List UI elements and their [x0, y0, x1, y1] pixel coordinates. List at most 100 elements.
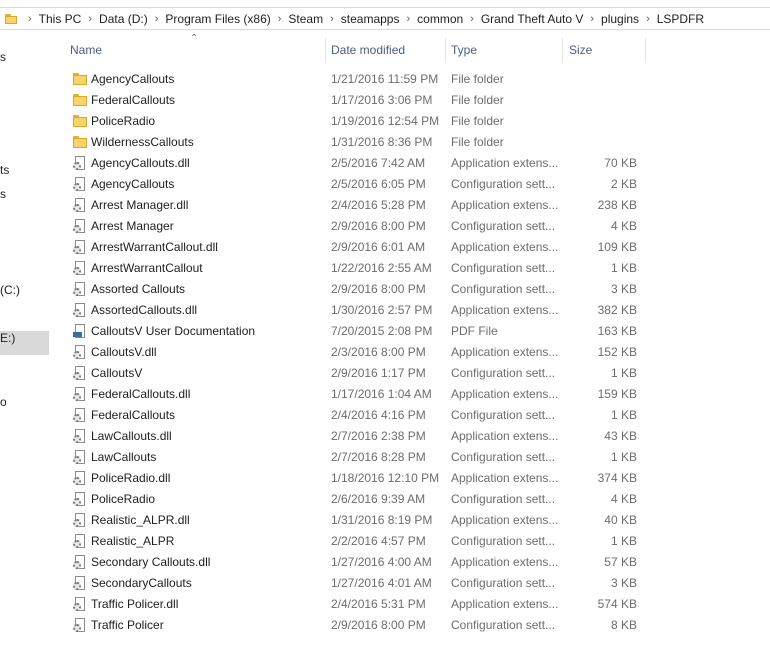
chevron-right-icon[interactable]: › [470, 13, 474, 25]
chevron-right-icon[interactable]: › [590, 13, 594, 25]
file-row[interactable]: LawCallouts 2/7/2016 8:28 PM Configuration… [49, 447, 770, 468]
file-row[interactable]: ArrestWarrantCallout 1/22/2016 2:55 AM Con… [49, 258, 770, 279]
column-header-name[interactable]: Name [70, 43, 102, 57]
breadcrumb-item[interactable]: Grand Theft Auto V [481, 12, 584, 26]
file-row[interactable]: PoliceRadio.dll 1/18/2016 12:10 PM Applica… [49, 468, 770, 489]
nav-item-fragment[interactable]: s [0, 187, 6, 201]
breadcrumb-item[interactable]: Data (D:) [99, 12, 148, 26]
column-header-date-modified[interactable]: Date modified [331, 43, 405, 57]
file-row[interactable]: AgencyCallouts 2/5/2016 6:05 PM Configurat… [49, 174, 770, 195]
file-name: FederalCallouts.dll [91, 387, 191, 401]
file-date-modified: 2/9/2016 6:01 AM [331, 240, 426, 254]
column-divider[interactable] [445, 38, 446, 63]
dll-file-icon [72, 470, 88, 486]
column-divider[interactable] [325, 38, 326, 63]
file-row[interactable]: FederalCallouts 2/4/2016 4:16 PM Configura… [49, 405, 770, 426]
chevron-right-icon[interactable]: › [406, 13, 410, 25]
file-size: 159 KB [597, 387, 637, 401]
breadcrumb-item[interactable]: This PC [39, 12, 82, 26]
file-name: PoliceRadio.dll [91, 471, 171, 485]
dll-file-icon [72, 302, 88, 318]
nav-item-drive-e[interactable]: E:) [0, 331, 15, 345]
file-row[interactable]: FederalCallouts 1/17/2016 3:06 PM File fol… [49, 90, 770, 111]
chevron-right-icon[interactable]: › [278, 13, 282, 25]
file-date-modified: 2/3/2016 8:00 PM [331, 345, 426, 359]
file-type: Application extens... [451, 597, 559, 611]
file-date-modified: 1/17/2016 1:04 AM [331, 387, 432, 401]
breadcrumb-item[interactable]: Steam [288, 12, 323, 26]
breadcrumb-item[interactable]: steamapps [341, 12, 400, 26]
column-header-size[interactable]: Size [569, 43, 592, 57]
breadcrumb-item[interactable]: LSPDFR [657, 12, 704, 26]
file-row[interactable]: SecondaryCallouts 1/27/2016 4:01 AM Config… [49, 573, 770, 594]
nav-item-fragment[interactable]: ts [0, 163, 9, 177]
file-size: 43 KB [604, 429, 637, 443]
dll-file-icon [72, 596, 88, 612]
dll-file-icon [72, 197, 88, 213]
file-type: Configuration sett... [451, 177, 556, 191]
file-type: Configuration sett... [451, 618, 556, 632]
file-row[interactable]: Traffic Policer 2/9/2016 8:00 PM Configura… [49, 615, 770, 636]
file-type: PDF File [451, 324, 498, 338]
file-row[interactable]: Traffic Policer.dll 2/4/2016 5:31 PM Appli… [49, 594, 770, 615]
file-row[interactable]: CalloutsV.dll 2/3/2016 8:00 PM Application… [49, 342, 770, 363]
file-date-modified: 2/5/2016 6:05 PM [331, 177, 426, 191]
chevron-right-icon[interactable]: › [155, 13, 159, 25]
config-file-icon [72, 449, 88, 465]
breadcrumb-item[interactable]: common [417, 12, 463, 26]
column-divider[interactable] [562, 38, 563, 63]
sort-ascending-icon: ⌃ [190, 33, 199, 44]
nav-item-fragment[interactable]: o [0, 395, 7, 409]
config-file-icon [72, 260, 88, 276]
file-row[interactable]: Secondary Callouts.dll 1/27/2016 4:00 AM A… [49, 552, 770, 573]
file-row[interactable]: AgencyCallouts 1/21/2016 11:59 PM File fol… [49, 69, 770, 90]
file-name: FederalCallouts [91, 408, 176, 422]
file-row[interactable]: AgencyCallouts.dll 2/5/2016 7:42 AM Applic… [49, 153, 770, 174]
config-file-icon [72, 365, 88, 381]
file-name: Traffic Policer [91, 618, 164, 632]
file-name: CalloutsV User Documentation [91, 324, 256, 338]
breadcrumb-item[interactable]: plugins [601, 12, 639, 26]
config-file-icon [72, 281, 88, 297]
file-name: AssortedCallouts.dll [91, 303, 198, 317]
file-row[interactable]: CalloutsV User Documentation 7/20/2015 2:… [49, 321, 770, 342]
column-divider[interactable] [645, 38, 646, 63]
navigation-pane[interactable]: s ts s (C:) E:) o [0, 30, 49, 667]
file-row[interactable]: AssortedCallouts.dll 1/30/2016 2:57 PM App… [49, 300, 770, 321]
file-type: Application extens... [451, 555, 559, 569]
nav-item-drive-c[interactable]: (C:) [0, 283, 20, 297]
file-date-modified: 1/18/2016 12:10 PM [331, 471, 440, 485]
breadcrumb-item[interactable]: Program Files (x86) [165, 12, 270, 26]
file-size: 382 KB [597, 303, 637, 317]
file-row[interactable]: Realistic_ALPR 2/2/2016 4:57 PM Configurat… [49, 531, 770, 552]
nav-item-fragment[interactable]: s [0, 50, 6, 64]
file-row[interactable]: Realistic_ALPR.dll 1/31/2016 8:19 PM Appli… [49, 510, 770, 531]
file-row[interactable]: LawCallouts.dll 2/7/2016 2:38 PM Applicati… [49, 426, 770, 447]
file-date-modified: 2/2/2016 4:57 PM [331, 534, 426, 548]
chevron-right-icon[interactable]: › [646, 13, 650, 25]
address-bar[interactable]: › This PC › Data (D:) › Program Files (x86) › S… [0, 7, 770, 30]
file-row[interactable]: Arrest Manager 2/9/2016 8:00 PM Configurat… [49, 216, 770, 237]
file-row[interactable]: FederalCallouts.dll 1/17/2016 1:04 AM Appl… [49, 384, 770, 405]
file-size: 8 KB [610, 618, 637, 632]
file-row[interactable]: PoliceRadio 1/19/2016 12:54 PM File folder [49, 111, 770, 132]
file-row[interactable]: ArrestWarrantCallout.dll 2/9/2016 6:01 AM… [49, 237, 770, 258]
file-row[interactable]: WildernessCallouts 1/31/2016 8:36 PM File … [49, 132, 770, 153]
file-name: AgencyCallouts.dll [91, 156, 190, 170]
file-date-modified: 1/31/2016 8:19 PM [331, 513, 433, 527]
chevron-right-icon[interactable]: › [88, 13, 92, 25]
file-row[interactable]: PoliceRadio 2/6/2016 9:39 AM Configuration… [49, 489, 770, 510]
file-row[interactable]: Arrest Manager.dll 2/4/2016 5:28 PM Applic… [49, 195, 770, 216]
file-row[interactable]: Assorted Callouts 2/9/2016 8:00 PM Configu… [49, 279, 770, 300]
file-date-modified: 1/30/2016 2:57 PM [331, 303, 433, 317]
file-name: Realistic_ALPR.dll [91, 513, 190, 527]
chevron-right-icon[interactable]: › [330, 13, 334, 25]
folder-icon [72, 113, 88, 129]
file-row[interactable]: CalloutsV 2/9/2016 1:17 PM Configuration s… [49, 363, 770, 384]
file-type: Configuration sett... [451, 492, 556, 506]
file-name: ArrestWarrantCallout.dll [91, 240, 218, 254]
file-size: 1 KB [610, 366, 637, 380]
file-size: 374 KB [597, 471, 637, 485]
column-header-type[interactable]: Type [451, 43, 477, 57]
chevron-right-icon[interactable]: › [28, 13, 32, 25]
